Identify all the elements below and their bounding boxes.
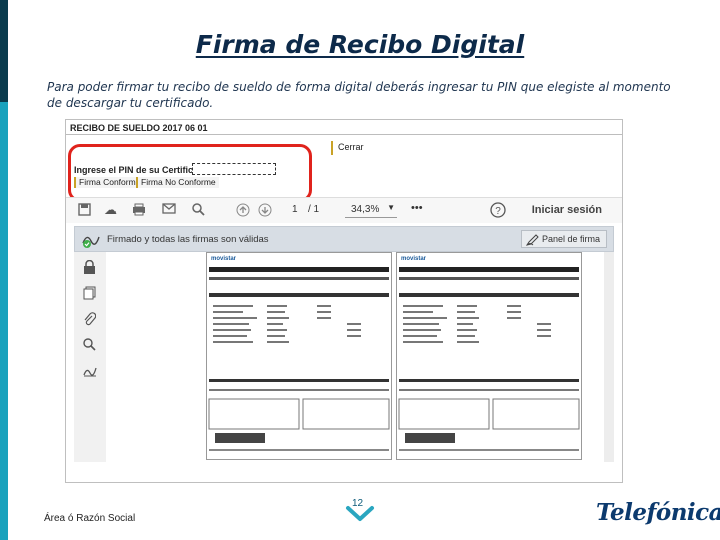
search-icon[interactable] <box>192 203 205 219</box>
left-accent-bar-light <box>0 102 8 540</box>
document-scrollbar[interactable] <box>604 252 614 462</box>
zoom-value: 34,3% <box>351 204 380 215</box>
chevron-down-icon <box>346 506 374 521</box>
page-down-icon[interactable] <box>258 203 272 220</box>
more-options-icon[interactable]: ••• <box>411 202 423 214</box>
find-icon[interactable] <box>83 338 96 354</box>
chevron-down-icon: ▼ <box>387 203 395 212</box>
signature-valid-icon <box>81 231 101 254</box>
receipt-lines-right <box>398 267 580 451</box>
receipt-page-left: movistar <box>206 252 392 460</box>
login-button[interactable]: Iniciar sesión <box>532 204 602 216</box>
receipt-lines-left <box>208 267 390 451</box>
pdf-toolbar: ☁ 1 / 1 34,3% ▼ ••• ? Iniciar sesión <box>66 197 622 223</box>
document-viewer: movistar movistar <box>106 252 604 462</box>
signature-status-bar: Firmado y todas las firmas son válidas P… <box>74 226 614 252</box>
signature-panel-label: Panel de firma <box>541 234 600 244</box>
page-total: / 1 <box>308 204 320 215</box>
zoom-select[interactable]: 34,3% ▼ <box>345 202 397 218</box>
mail-icon[interactable] <box>162 203 176 217</box>
pages-icon[interactable] <box>83 286 96 303</box>
pen-icon <box>525 233 539 252</box>
page-up-icon[interactable] <box>236 203 250 220</box>
receipt-screenshot: RECIBO DE SUELDO 2017 06 01 Cerrar Ingre… <box>65 119 623 483</box>
slide-title: Firma de Recibo Digital <box>195 30 525 59</box>
side-toolbar <box>74 252 106 462</box>
telefonica-logo: Telefónica <box>596 499 720 526</box>
help-glyph: ? <box>495 206 501 217</box>
intro-text: Para poder firmar tu recibo de sueldo de… <box>47 80 671 110</box>
save-icon[interactable] <box>78 203 91 219</box>
header-divider <box>66 134 622 135</box>
lock-icon[interactable] <box>83 259 96 277</box>
sign-icon[interactable] <box>83 364 97 380</box>
cerrar-button[interactable]: Cerrar <box>331 141 369 155</box>
attachment-icon[interactable] <box>83 312 97 329</box>
upload-icon[interactable]: ☁ <box>104 203 117 217</box>
pin-highlight-box <box>68 144 312 202</box>
print-icon[interactable] <box>132 203 146 219</box>
signature-panel-button[interactable]: Panel de firma <box>520 230 607 248</box>
page-current[interactable]: 1 <box>292 204 298 215</box>
help-icon[interactable]: ? <box>490 202 506 221</box>
footer-company: Área ó Razón Social <box>44 513 136 524</box>
receipt-title: RECIBO DE SUELDO 2017 06 01 <box>70 123 208 133</box>
receipt-page-right: movistar <box>396 252 582 460</box>
screenshot-header: RECIBO DE SUELDO 2017 06 01 <box>66 120 622 140</box>
signature-status-text: Firmado y todas las firmas son válidas <box>107 234 269 245</box>
